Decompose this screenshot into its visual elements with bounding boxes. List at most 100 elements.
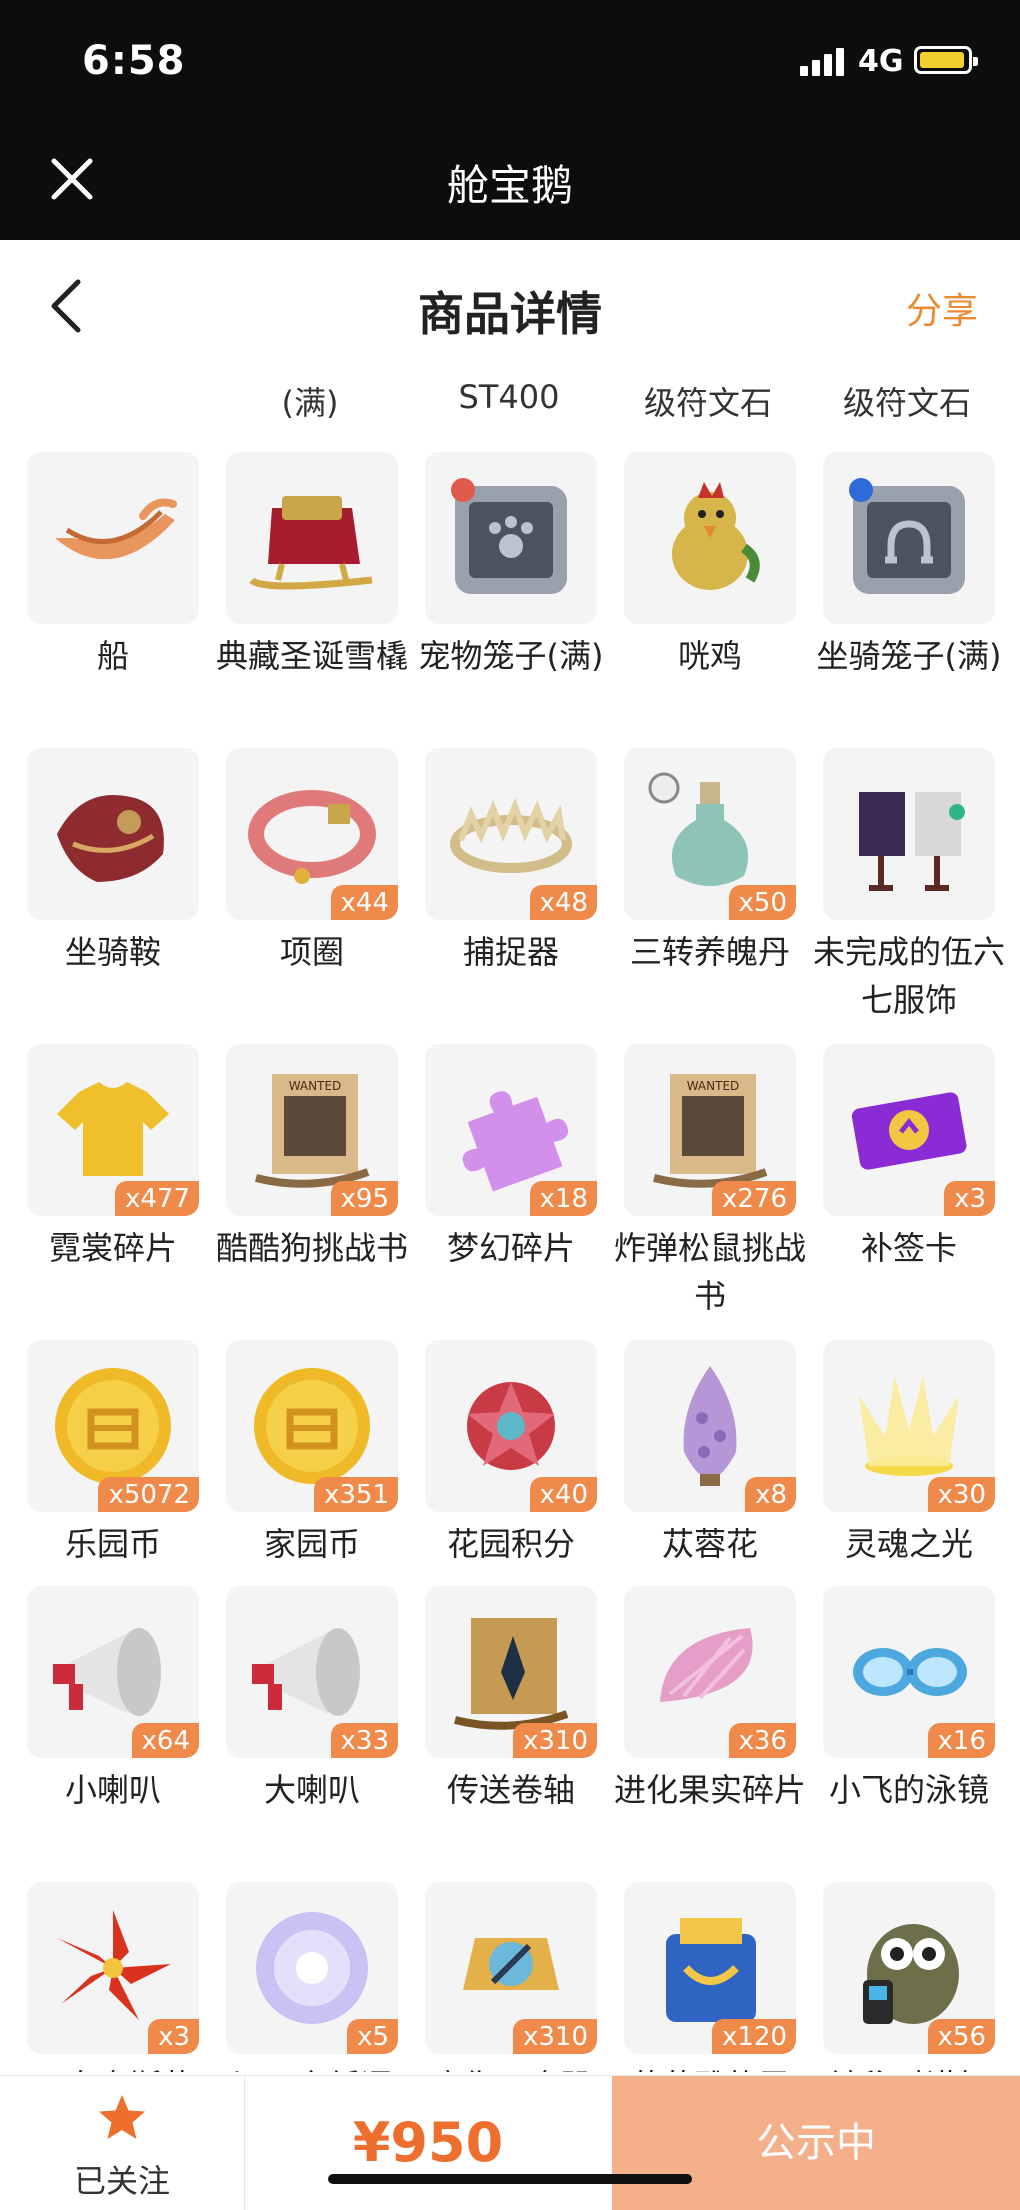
item-tile: x16 bbox=[823, 1586, 995, 1758]
grid-item[interactable]: x56神秘对讲机 bbox=[823, 1882, 995, 2072]
qty-badge: x8 bbox=[745, 1477, 796, 1512]
grid-item[interactable]: x310 传送卷轴 bbox=[425, 1586, 597, 1814]
qty-badge: x95 bbox=[330, 1181, 398, 1216]
grid-item[interactable]: 典藏圣诞雪橇 bbox=[216, 452, 408, 680]
grid-item[interactable]: x16 小飞的泳镜 bbox=[823, 1586, 995, 1814]
grid-item[interactable]: 未完成的伍六七服饰 bbox=[813, 748, 1005, 1024]
item-name: 项圈 bbox=[279, 933, 344, 971]
grid-item[interactable]: WANTED x95 酷酷狗挑战书 bbox=[216, 1044, 408, 1272]
item-tile: x56 bbox=[823, 1882, 995, 2054]
publicity-button[interactable]: 公示中 bbox=[612, 2076, 1020, 2210]
item-tile: x50 bbox=[624, 748, 796, 920]
grid-item[interactable]: x310魔像召唤器 bbox=[425, 1882, 597, 2072]
app-title-bar: 舱宝鹅 bbox=[0, 120, 1020, 240]
item-tile: x120 bbox=[624, 1882, 796, 2054]
boat-icon bbox=[55, 498, 177, 560]
grid-item[interactable]: x8 苁蓉花 bbox=[624, 1340, 796, 1568]
grid-item[interactable]: x40 花园积分 bbox=[425, 1340, 597, 1568]
grid-item[interactable]: x18 梦幻碎片 bbox=[425, 1044, 597, 1272]
grid-item[interactable]: x33 大喇叭 bbox=[226, 1586, 398, 1814]
qty-badge: x40 bbox=[529, 1477, 597, 1512]
item-name: 炸弹松鼠挑战书 bbox=[613, 1229, 806, 1315]
ticket-icon bbox=[851, 1092, 967, 1170]
grid-item[interactable]: x477 霓裳碎片 bbox=[27, 1044, 199, 1272]
grid-item[interactable]: x36 进化果实碎片 bbox=[614, 1586, 806, 1814]
item-name: 船 bbox=[96, 637, 129, 675]
qty-badge: x120 bbox=[711, 2019, 796, 2054]
item-name: 小飞的泳镜 bbox=[828, 1771, 989, 1809]
star-icon bbox=[99, 2095, 145, 2139]
grid-item[interactable]: 坐骑鞍 bbox=[27, 748, 199, 976]
grid-item[interactable]: x351 家园币 bbox=[226, 1340, 398, 1568]
grid-item[interactable]: WANTED x276 炸弹松鼠挑战书 bbox=[614, 1044, 806, 1320]
chicken-icon bbox=[672, 482, 760, 590]
grid-item[interactable]: x50 三转养魄丹 bbox=[624, 748, 796, 976]
grid-item[interactable]: 宠物笼子(满) bbox=[419, 452, 603, 680]
walkie-owl-icon bbox=[863, 1924, 959, 2024]
follow-label: 已关注 bbox=[73, 2162, 170, 2200]
share-button[interactable]: 分享 bbox=[906, 282, 978, 334]
flower-badge-icon bbox=[467, 1382, 555, 1470]
grid-item[interactable]: x48 捕捉器 bbox=[425, 748, 597, 976]
grid-item[interactable]: x44 项圈 bbox=[226, 748, 398, 976]
item-name: 传送卷轴 bbox=[446, 1771, 575, 1809]
item-name: 未完成的伍六七服饰 bbox=[812, 933, 1005, 1019]
summoner-icon bbox=[463, 1938, 559, 1990]
partial-label: 级符文石 bbox=[842, 384, 971, 422]
page-title: 商品详情 bbox=[418, 287, 602, 341]
item-name: 典藏圣诞雪橇 bbox=[215, 637, 408, 675]
network-label: 4G bbox=[858, 44, 904, 79]
item-tile bbox=[27, 748, 199, 920]
item-name: 苁蓉花 bbox=[661, 1525, 758, 1563]
grid-item[interactable]: x120菲菲雅的露 bbox=[624, 1882, 796, 2072]
grid-item[interactable]: x30 灵魂之光 bbox=[823, 1340, 995, 1568]
item-name: 酷酷狗挑战书 bbox=[215, 1229, 408, 1267]
partial-label: 级符文石 bbox=[643, 384, 772, 422]
app-title: 舱宝鹅 bbox=[446, 161, 573, 210]
grid-item[interactable]: x3圣自奋斯花 bbox=[27, 1882, 199, 2072]
grid-item[interactable]: 咣鸡 bbox=[624, 452, 796, 680]
qty-badge: x5 bbox=[347, 2019, 398, 2054]
status-time: 6:58 bbox=[82, 38, 186, 84]
item-name: 梦幻碎片 bbox=[446, 1229, 575, 1267]
cistanche-icon bbox=[683, 1366, 737, 1486]
grid-item[interactable]: x3 补签卡 bbox=[823, 1044, 995, 1272]
puzzle-icon bbox=[462, 1091, 568, 1192]
grid-item[interactable]: x5072 乐园币 bbox=[27, 1340, 199, 1568]
grid-item[interactable]: x5旧日之纸语 bbox=[226, 1882, 398, 2072]
partial-label: ST400 bbox=[458, 378, 560, 416]
qty-badge: x5072 bbox=[98, 1477, 199, 1512]
item-tile bbox=[27, 452, 199, 624]
qty-badge: x16 bbox=[927, 1723, 995, 1758]
price: ¥950 bbox=[352, 2111, 504, 2174]
qty-badge: x3 bbox=[944, 1181, 995, 1216]
item-tile: x33 bbox=[226, 1586, 398, 1758]
item-tile: x36 bbox=[624, 1586, 796, 1758]
qty-badge: x3 bbox=[148, 2019, 199, 2054]
grid-item[interactable]: x64 小喇叭 bbox=[27, 1586, 199, 1814]
costume-icon bbox=[859, 792, 965, 891]
item-tile: x30 bbox=[823, 1340, 995, 1512]
item-name: 小喇叭 bbox=[64, 1771, 161, 1809]
megaphone-icon bbox=[53, 1628, 161, 1716]
item-name: 补签卡 bbox=[860, 1229, 957, 1267]
item-name: 神秘对讲机 bbox=[809, 2062, 1009, 2072]
sleigh-icon bbox=[249, 496, 373, 590]
bottom-bar: 已关注 ¥950 公示中 bbox=[0, 2075, 1020, 2210]
item-tile: WANTED x276 bbox=[624, 1044, 796, 1216]
grid-item[interactable]: 船 bbox=[27, 452, 199, 680]
collar-icon bbox=[248, 790, 376, 884]
item-tile: x310 bbox=[425, 1586, 597, 1758]
item-name: 灵魂之光 bbox=[844, 1525, 973, 1563]
follow-button[interactable]: 已关注 bbox=[0, 2076, 245, 2210]
wanted-scroll-icon: WANTED bbox=[653, 1074, 768, 1188]
qty-badge: x64 bbox=[131, 1723, 199, 1758]
qty-badge: x50 bbox=[728, 885, 796, 920]
item-name: 坐骑笼子(满) bbox=[816, 637, 1002, 675]
grid-item[interactable]: 坐骑笼子(满) bbox=[817, 452, 1001, 680]
item-name: 三转养魄丹 bbox=[629, 933, 790, 971]
item-tile: x18 bbox=[425, 1044, 597, 1216]
page-header: 商品详情 分享 bbox=[0, 240, 1020, 370]
qty-badge: x276 bbox=[711, 1181, 796, 1216]
status-bar: 6:58 4G bbox=[0, 0, 1020, 120]
